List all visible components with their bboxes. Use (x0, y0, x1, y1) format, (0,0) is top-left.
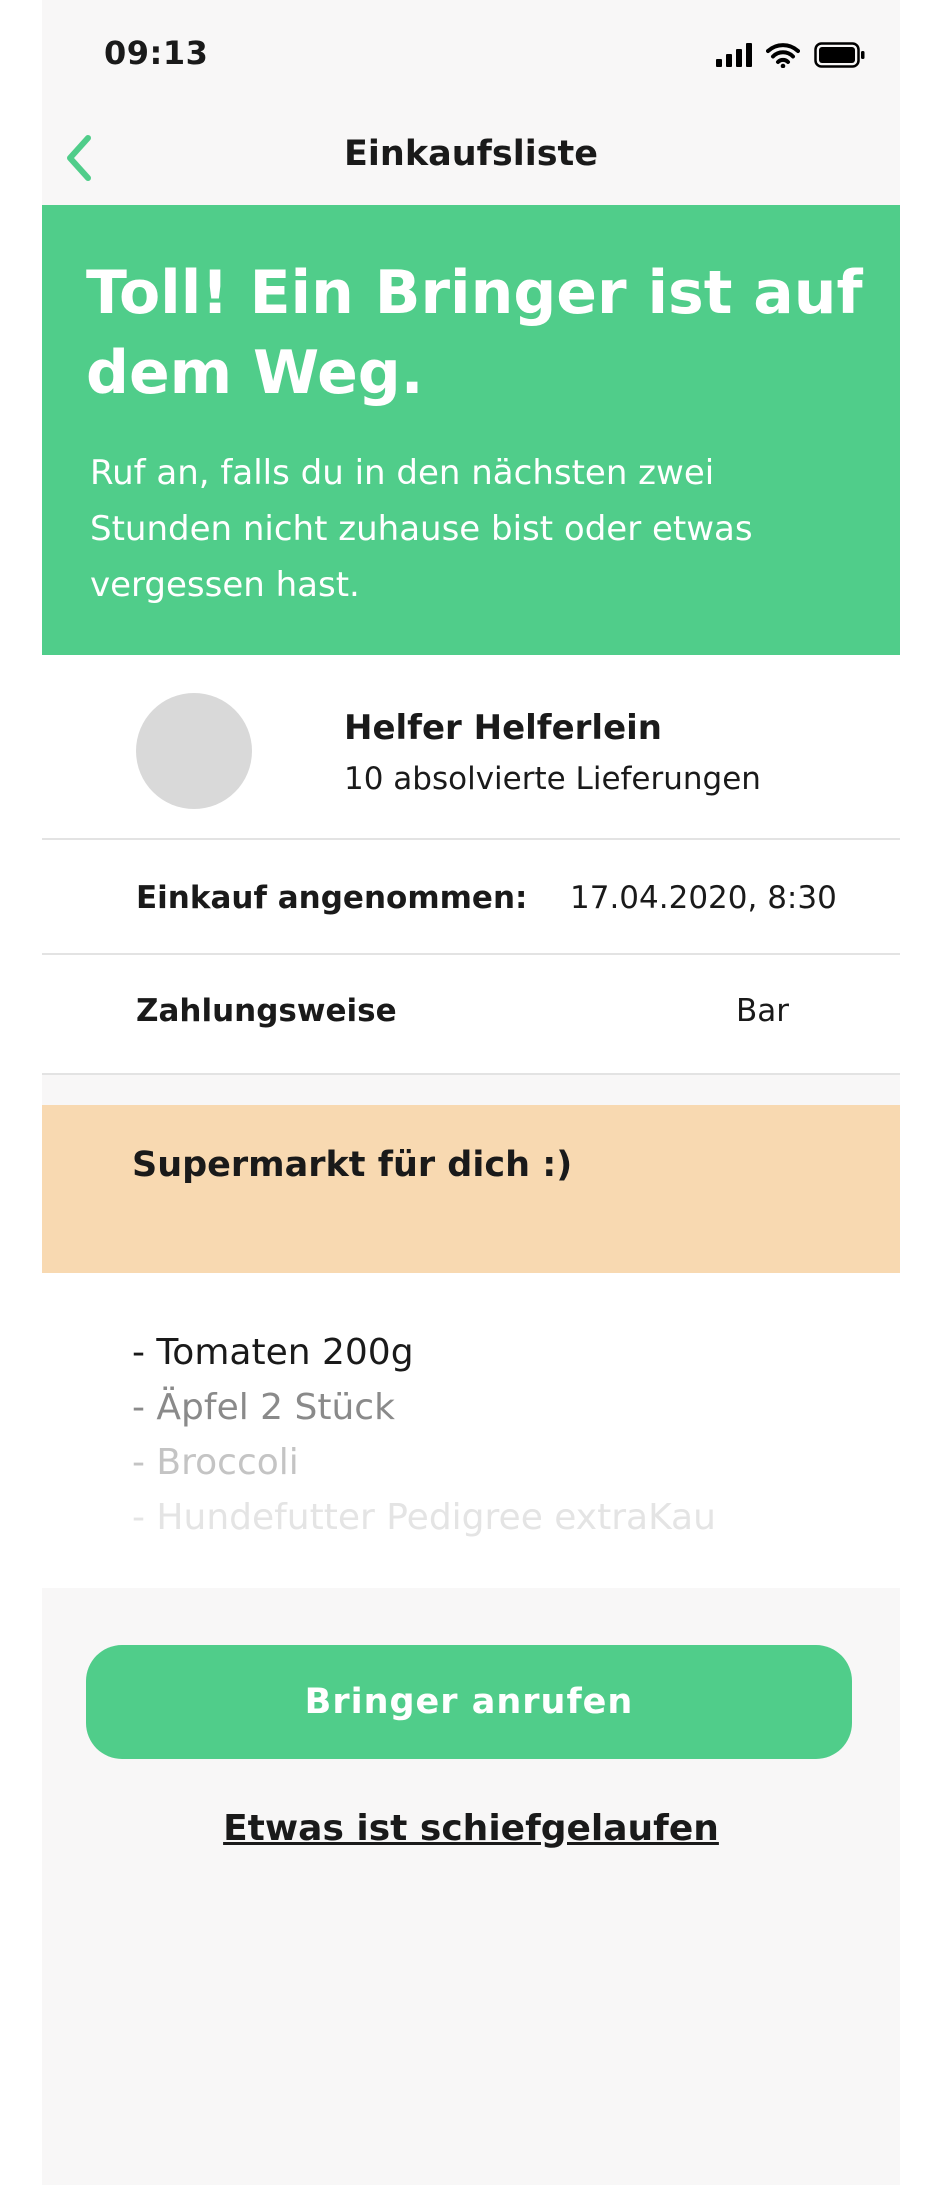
report-problem-link[interactable]: Etwas ist schiefgelaufen (42, 1808, 900, 1849)
status-bar: 09:13 (42, 0, 900, 110)
payment-row: Zahlungsweise Bar (42, 955, 900, 1075)
helper-card: Helfer Helferlein 10 absolvierte Lieferu… (42, 655, 900, 840)
delivery-status-banner: Toll! Ein Bringer ist auf dem Weg. Ruf a… (42, 205, 900, 655)
status-icons (716, 38, 866, 72)
shopping-list-items: - Tomaten 200g - Äpfel 2 Stück - Broccol… (132, 1325, 716, 1545)
payment-value: Bar (736, 993, 790, 1029)
phone-screen: 09:13 Einkaufsliste Toll! Ein Bringer is… (42, 0, 900, 2185)
navigation-bar: Einkaufsliste (42, 110, 900, 205)
store-name: Supermarkt für dich :) (132, 1145, 573, 1185)
banner-title: Toll! Ein Bringer ist auf dem Weg. (86, 258, 863, 408)
banner-text: Ruf an, falls du in den nächsten zwei St… (90, 453, 753, 605)
avatar (136, 693, 252, 809)
list-item: - Hundefutter Pedigree extraKau (132, 1497, 716, 1538)
helper-deliveries: 10 absolvierte Lieferungen (344, 761, 761, 797)
shopping-list: - Tomaten 200g - Äpfel 2 Stück - Broccol… (42, 1273, 900, 1588)
list-item: - Äpfel 2 Stück (132, 1387, 395, 1428)
helper-name: Helfer Helferlein (344, 708, 662, 748)
call-bringer-button[interactable]: Bringer anrufen (86, 1645, 852, 1759)
list-item: - Tomaten 200g (132, 1332, 414, 1373)
accepted-row: Einkauf angenommen: 17.04.2020, 8:30 (42, 840, 900, 955)
wifi-icon (766, 43, 800, 68)
list-item: - Broccoli (132, 1442, 299, 1483)
cellular-signal-icon (716, 43, 752, 67)
store-header: Supermarkt für dich :) (42, 1105, 900, 1273)
battery-icon (814, 42, 865, 68)
page-title: Einkaufsliste (344, 134, 598, 174)
status-time: 09:13 (104, 34, 209, 72)
accepted-value: 17.04.2020, 8:30 (570, 880, 837, 916)
payment-label: Zahlungsweise (136, 993, 397, 1029)
accepted-label: Einkauf angenommen: (136, 880, 528, 916)
